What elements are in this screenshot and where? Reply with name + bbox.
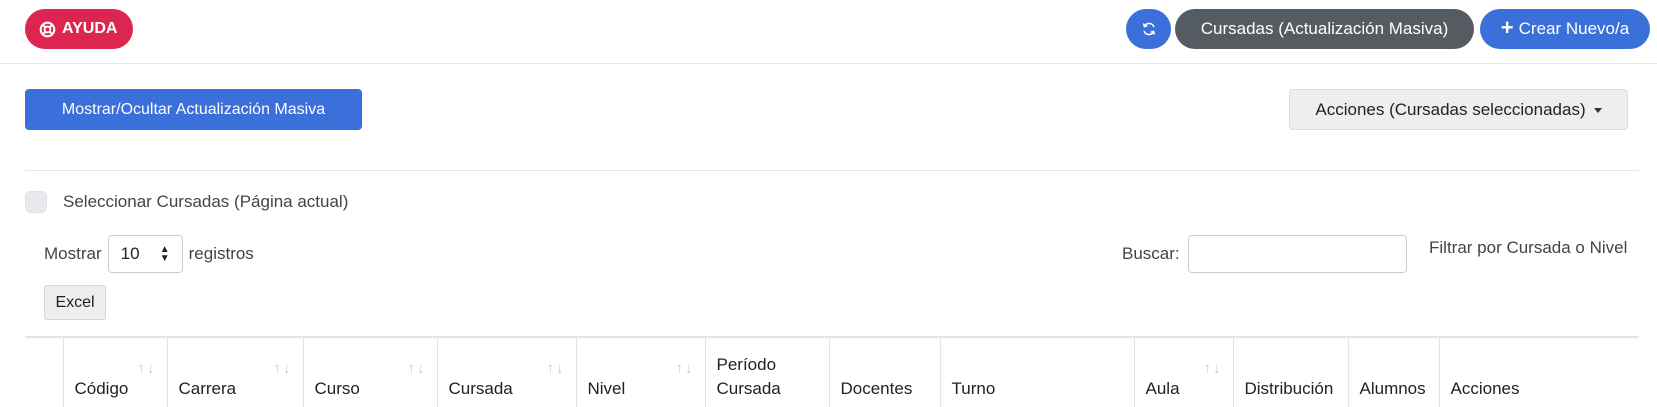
search-label: Buscar: — [1122, 244, 1180, 263]
length-prefix: Mostrar — [44, 244, 102, 263]
excel-export-label: Excel — [55, 293, 95, 311]
lifebuoy-icon — [39, 21, 56, 37]
sort-icon: ↑↓ — [137, 360, 157, 377]
sort-icon: ↑↓ — [675, 360, 695, 377]
column-header-acciones: Acciones — [1438, 336, 1639, 407]
column-header-curso[interactable]: Curso ↑↓ — [302, 336, 437, 407]
column-header-turno: Turno — [939, 336, 1134, 407]
excel-export-button[interactable]: Excel — [44, 285, 106, 320]
column-header-distribucion: Distribución — [1232, 336, 1348, 407]
column-header-codigo[interactable]: Código ↑↓ — [62, 336, 167, 407]
caret-down-icon — [1593, 108, 1602, 113]
toggle-massive-update-button[interactable]: Mostrar/Ocultar Actualización Masiva — [25, 89, 362, 130]
massive-update-label: Cursadas (Actualización Masiva) — [1200, 19, 1449, 38]
select-all-row: Seleccionar Cursadas (Página actual) — [25, 191, 348, 213]
page-length-control: Mostrar 10 ▲ ▼ registros — [44, 235, 254, 273]
column-header-carrera[interactable]: Carrera ↑↓ — [166, 336, 303, 407]
create-new-button[interactable]: + Crear Nuevo/a — [1480, 9, 1650, 49]
bulk-actions-label: Acciones (Cursadas seleccionadas) — [1315, 99, 1586, 119]
column-header-nivel[interactable]: Nivel ↑↓ — [575, 336, 705, 407]
select-arrows-icon: ▲ ▼ — [159, 244, 170, 264]
plus-icon: + — [1500, 15, 1514, 40]
bulk-actions-dropdown[interactable]: Acciones (Cursadas seleccionadas) — [1289, 89, 1628, 130]
column-header-cursada[interactable]: Cursada ↑↓ — [436, 336, 576, 407]
create-new-label: Crear Nuevo/a — [1518, 19, 1630, 38]
massive-update-button[interactable]: Cursadas (Actualización Masiva) — [1175, 9, 1474, 49]
divider — [25, 170, 1639, 171]
table-header-row: Código ↑↓ Carrera ↑↓ Curso ↑↓ Cursada ↑↓… — [25, 336, 1639, 407]
help-button-label: AYUDA — [62, 20, 118, 37]
search-control: Buscar: — [1122, 235, 1407, 273]
page-length-value: 10 — [120, 244, 140, 263]
refresh-icon — [1142, 22, 1155, 36]
column-header-aula[interactable]: Aula ↑↓ — [1133, 336, 1233, 407]
column-header-periodo: Período Cursada — [704, 336, 829, 407]
page-length-select[interactable]: 10 ▲ ▼ — [107, 235, 183, 273]
sort-icon: ↑↓ — [407, 360, 427, 377]
refresh-button[interactable] — [1126, 9, 1171, 49]
search-input[interactable] — [1187, 235, 1407, 273]
top-bar: AYUDA Cursadas (Actualización Masiva) + … — [0, 0, 1657, 64]
column-header-select — [25, 336, 63, 407]
sort-icon: ↑↓ — [546, 360, 566, 377]
column-header-docentes: Docentes — [828, 336, 940, 407]
length-suffix: registros — [188, 244, 254, 263]
search-hint: Filtrar por Cursada o Nivel — [1429, 238, 1628, 257]
select-all-checkbox[interactable] — [25, 191, 47, 213]
courses-table: Código ↑↓ Carrera ↑↓ Curso ↑↓ Cursada ↑↓… — [25, 336, 1639, 407]
column-header-alumnos: Alumnos — [1347, 336, 1439, 407]
toggle-massive-update-label: Mostrar/Ocultar Actualización Masiva — [61, 100, 326, 118]
help-button[interactable]: AYUDA — [25, 9, 134, 49]
select-all-label: Seleccionar Cursadas (Página actual) — [63, 192, 349, 211]
sort-icon: ↑↓ — [273, 360, 293, 377]
sort-icon: ↑↓ — [1203, 360, 1223, 377]
